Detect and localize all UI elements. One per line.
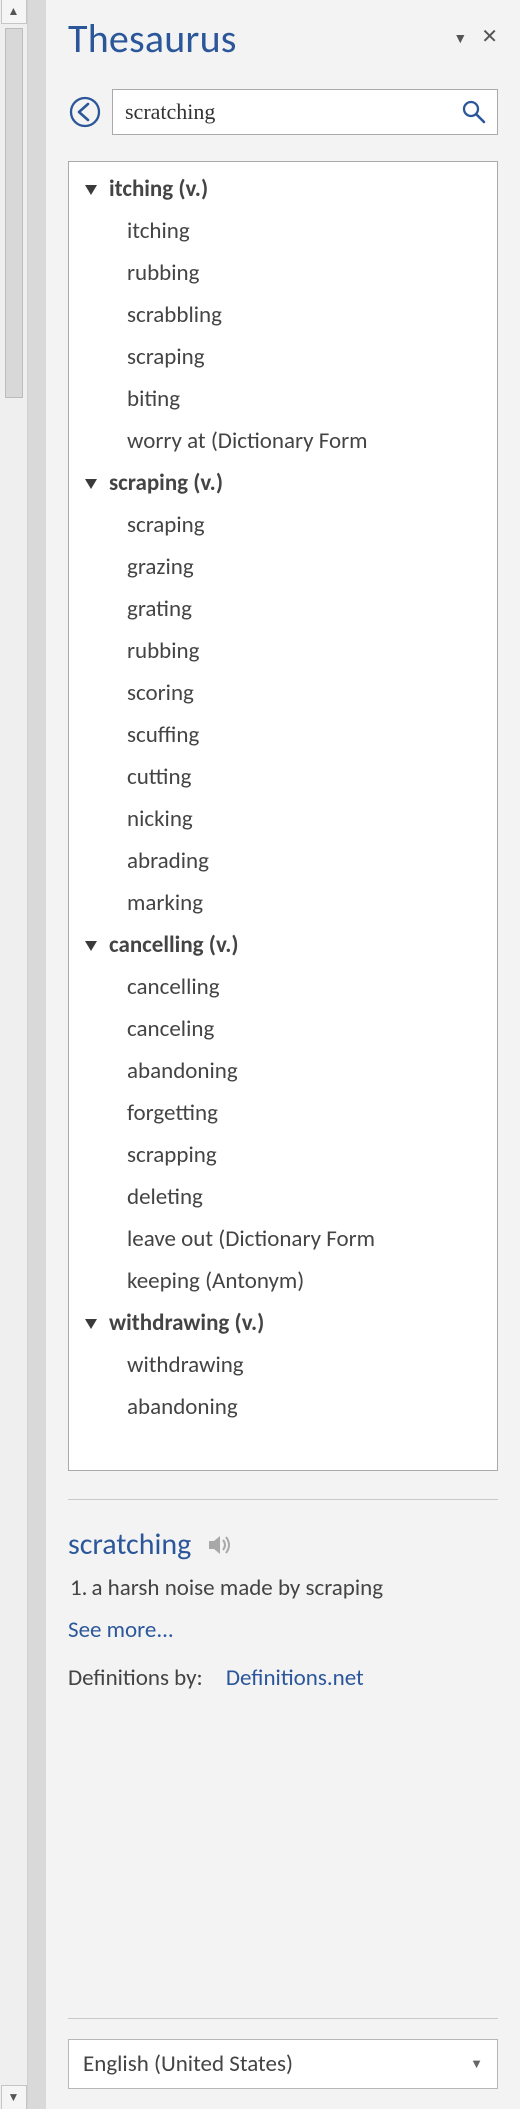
close-icon[interactable]: ✕ — [481, 27, 498, 47]
group-header-label: withdrawing (v.) — [109, 1309, 264, 1337]
result-item[interactable]: canceling — [69, 1008, 497, 1050]
speaker-icon[interactable] — [207, 1534, 233, 1556]
scroll-up-icon[interactable]: ▲ — [1, 0, 27, 24]
result-item[interactable]: marking — [69, 882, 497, 924]
result-group-header[interactable]: cancelling (v.) — [69, 924, 497, 966]
group-header-label: scraping (v.) — [109, 469, 223, 497]
scroll-down-icon[interactable]: ▼ — [1, 2085, 27, 2109]
pane-options-icon[interactable]: ▼ — [453, 30, 467, 47]
result-item[interactable]: leave out (Dictionary Form — [69, 1218, 497, 1260]
pane-title: Thesaurus — [68, 14, 237, 63]
divider — [68, 1499, 498, 1500]
collapse-icon — [85, 941, 97, 951]
result-item[interactable]: scrabbling — [69, 294, 497, 336]
result-item[interactable]: scuffing — [69, 714, 497, 756]
result-item[interactable]: deleting — [69, 1176, 497, 1218]
thesaurus-pane: Thesaurus ▼ ✕ itching (v.)itchingrubbing… — [46, 0, 520, 2109]
result-item[interactable]: scraping — [69, 336, 497, 378]
result-item[interactable]: rubbing — [69, 630, 497, 672]
definition-word: scratching — [68, 1526, 191, 1563]
group-header-label: itching (v.) — [109, 175, 208, 203]
result-item[interactable]: abandoning — [69, 1050, 497, 1092]
result-item[interactable]: withdrawing — [69, 1344, 497, 1386]
result-item[interactable]: scoring — [69, 672, 497, 714]
scroll-thumb[interactable] — [5, 28, 23, 398]
result-item[interactable]: abrading — [69, 840, 497, 882]
collapse-icon — [85, 1319, 97, 1329]
result-item[interactable]: forgetting — [69, 1092, 497, 1134]
definition-entry: 1.a harsh noise made by scraping — [68, 1573, 498, 1604]
result-item[interactable]: scrapping — [69, 1134, 497, 1176]
chevron-down-icon: ▼ — [470, 2056, 483, 2072]
result-item[interactable]: worry at (Dictionary Form — [69, 420, 497, 462]
back-button[interactable] — [68, 95, 102, 129]
result-group-header[interactable]: scraping (v.) — [69, 462, 497, 504]
result-item[interactable]: abandoning — [69, 1386, 497, 1428]
result-item[interactable]: grating — [69, 588, 497, 630]
result-item[interactable]: grazing — [69, 546, 497, 588]
divider — [68, 2018, 498, 2019]
collapse-icon — [85, 479, 97, 489]
result-item[interactable]: biting — [69, 378, 497, 420]
language-select[interactable]: English (United States) ▼ — [68, 2039, 498, 2089]
search-icon[interactable] — [461, 99, 487, 125]
result-item[interactable]: cutting — [69, 756, 497, 798]
result-group-header[interactable]: itching (v.) — [69, 168, 497, 210]
result-item[interactable]: keeping (Antonym) — [69, 1260, 497, 1302]
search-input[interactable] — [123, 98, 461, 126]
result-group-header[interactable]: withdrawing (v.) — [69, 1302, 497, 1344]
group-header-label: cancelling (v.) — [109, 931, 239, 959]
definitions-credit: Definitions by: Definitions.net — [68, 1664, 498, 1692]
document-scrollbar[interactable]: ▲ ▼ — [0, 0, 28, 2109]
see-more-link[interactable]: See more... — [68, 1616, 498, 1644]
document-margin — [28, 0, 46, 2109]
results-list[interactable]: itching (v.)itchingrubbingscrabblingscra… — [68, 161, 498, 1471]
result-item[interactable]: rubbing — [69, 252, 497, 294]
search-box[interactable] — [112, 89, 498, 135]
result-item[interactable]: itching — [69, 210, 497, 252]
language-selected-label: English (United States) — [83, 2050, 293, 2078]
definitions-source-link[interactable]: Definitions.net — [226, 1664, 364, 1692]
result-item[interactable]: nicking — [69, 798, 497, 840]
collapse-icon — [85, 185, 97, 195]
result-item[interactable]: scraping — [69, 504, 497, 546]
result-item[interactable]: cancelling — [69, 966, 497, 1008]
